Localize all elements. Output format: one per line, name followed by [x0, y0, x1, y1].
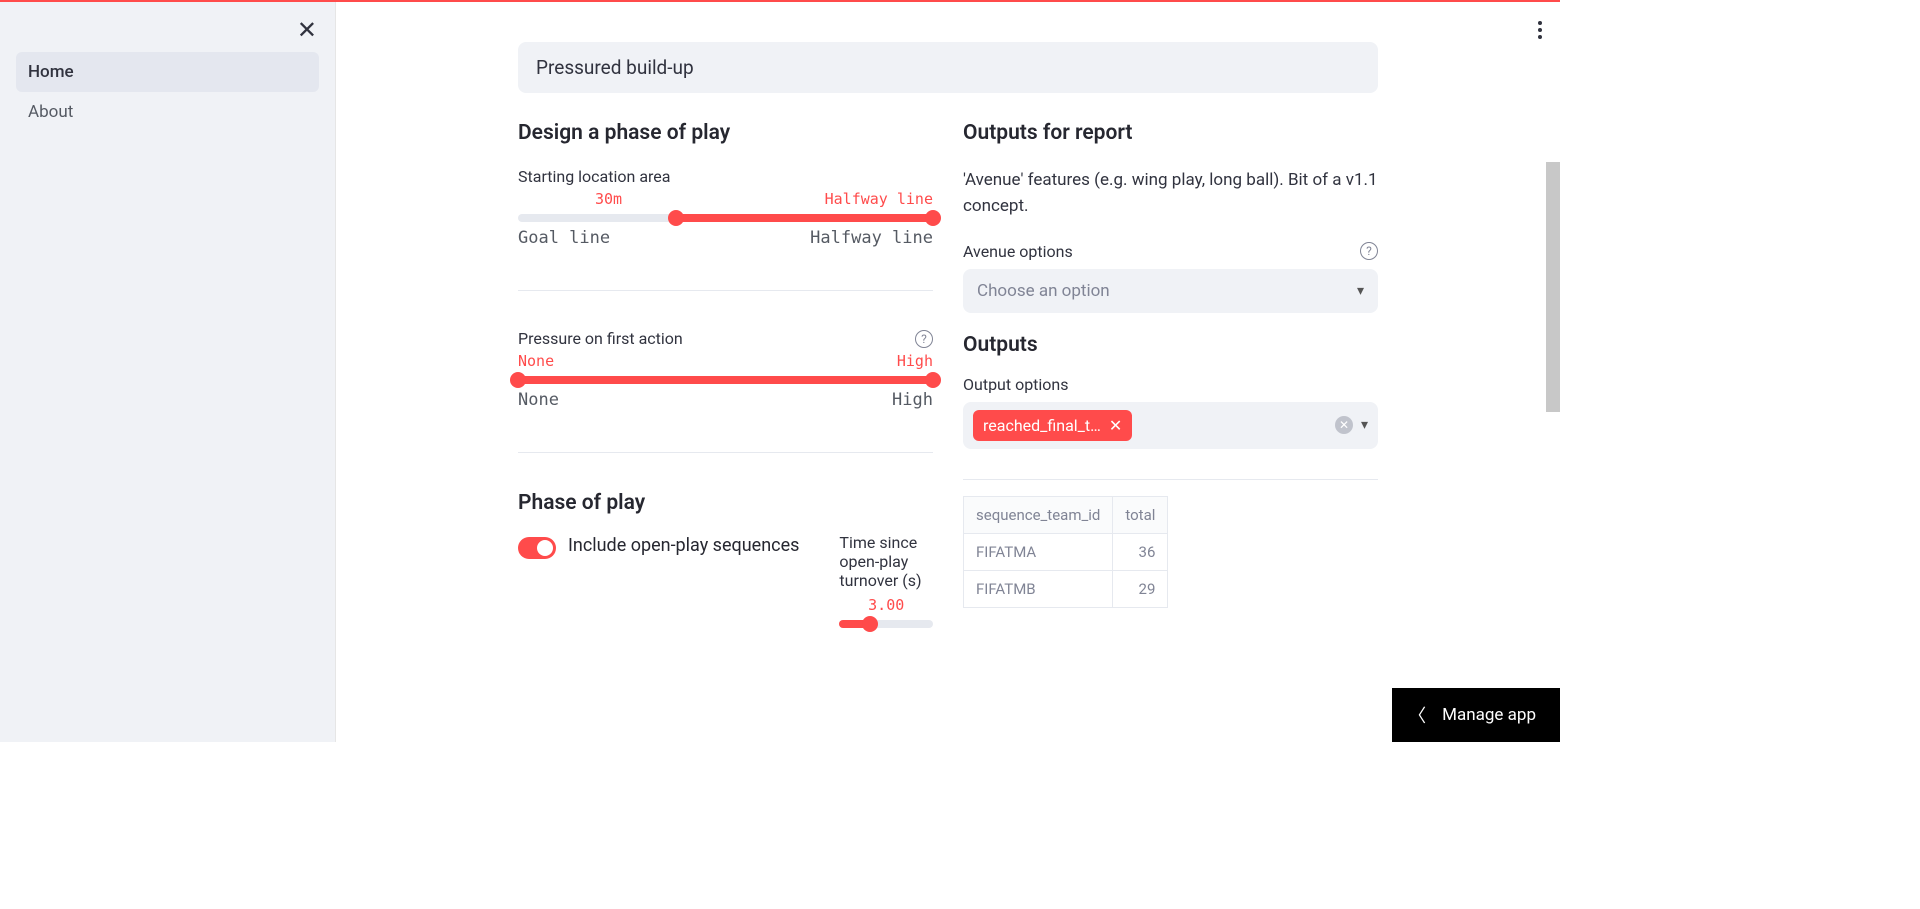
slider-min-label: Goal line [518, 228, 610, 248]
table-row: FIFATMB 29 [964, 570, 1168, 607]
outputs-subheading: Outputs [963, 333, 1378, 357]
avenue-select[interactable]: Choose an option ▾ [963, 269, 1378, 313]
manage-app-button[interactable]: 〈 Manage app [1392, 688, 1560, 742]
sidebar: ✕ Home About [0, 2, 336, 742]
outputs-heading: Outputs for report [963, 121, 1378, 145]
divider [518, 290, 933, 291]
expander-header[interactable]: Pressured build-up [518, 42, 1378, 93]
slider-low-value: 30m [595, 190, 622, 208]
design-heading: Design a phase of play [518, 121, 933, 145]
toggle-label: Include open-play sequences [568, 533, 799, 559]
pressure-label: Pressure on first action ? [518, 329, 933, 348]
right-column: Outputs for report 'Avenue' features (e.… [963, 121, 1378, 634]
main: Pressured build-up Design a phase of pla… [336, 2, 1560, 742]
table-row: FIFATMA 36 [964, 533, 1168, 570]
slider-high-value: Halfway line [825, 190, 933, 208]
menu-icon[interactable] [1538, 18, 1542, 42]
clear-all-icon[interactable]: ✕ [1335, 416, 1353, 434]
select-placeholder: Choose an option [977, 281, 1110, 301]
slider-max-label: Halfway line [810, 228, 933, 248]
manage-label: Manage app [1442, 705, 1536, 725]
divider [518, 452, 933, 453]
help-icon[interactable]: ? [1360, 242, 1378, 260]
turnover-slider[interactable]: Time since open-play turnover (s) 3.00 [839, 533, 933, 634]
slider-value: 3.00 [868, 596, 904, 614]
include-open-play-toggle[interactable]: Include open-play sequences [518, 533, 799, 559]
chevron-left-icon: 〈 [1408, 702, 1426, 728]
slider-min-label: None [518, 390, 559, 410]
col-header: sequence_team_id [964, 496, 1113, 533]
left-column: Design a phase of play Starting location… [518, 121, 933, 634]
chevron-down-icon: ▾ [1357, 283, 1364, 299]
sidebar-nav: Home About [0, 52, 335, 132]
phase-heading: Phase of play [518, 491, 933, 515]
sidebar-item-about[interactable]: About [16, 92, 319, 132]
output-options-label: Output options [963, 375, 1378, 394]
slider-max-label: High [892, 390, 933, 410]
avenue-options-label: Avenue options ? [963, 242, 1378, 261]
results-table: sequence_team_id total FIFATMA 36 FIFATM… [963, 496, 1168, 608]
help-icon[interactable]: ? [915, 330, 933, 348]
close-icon[interactable]: ✕ [297, 16, 317, 44]
slider-low-value: None [518, 352, 554, 370]
selected-tag: reached_final_t… ✕ [973, 410, 1132, 441]
switch[interactable] [518, 537, 556, 559]
starting-location-label: Starting location area [518, 167, 933, 186]
sidebar-item-home[interactable]: Home [16, 52, 319, 92]
col-header: total [1113, 496, 1168, 533]
pressure-slider[interactable]: Pressure on first action ? None High [518, 329, 933, 410]
tag-remove-icon[interactable]: ✕ [1109, 416, 1122, 435]
turnover-label: Time since open-play turnover (s) [839, 533, 933, 590]
divider [963, 479, 1378, 480]
scrollbar[interactable] [1546, 162, 1560, 412]
output-options-multiselect[interactable]: reached_final_t… ✕ ✕ ▾ [963, 402, 1378, 449]
slider-high-value: High [897, 352, 933, 370]
starting-location-slider[interactable]: Starting location area 30m Halfway line [518, 167, 933, 248]
chevron-down-icon[interactable]: ▾ [1361, 417, 1368, 433]
avenue-description: 'Avenue' features (e.g. wing play, long … [963, 167, 1378, 220]
